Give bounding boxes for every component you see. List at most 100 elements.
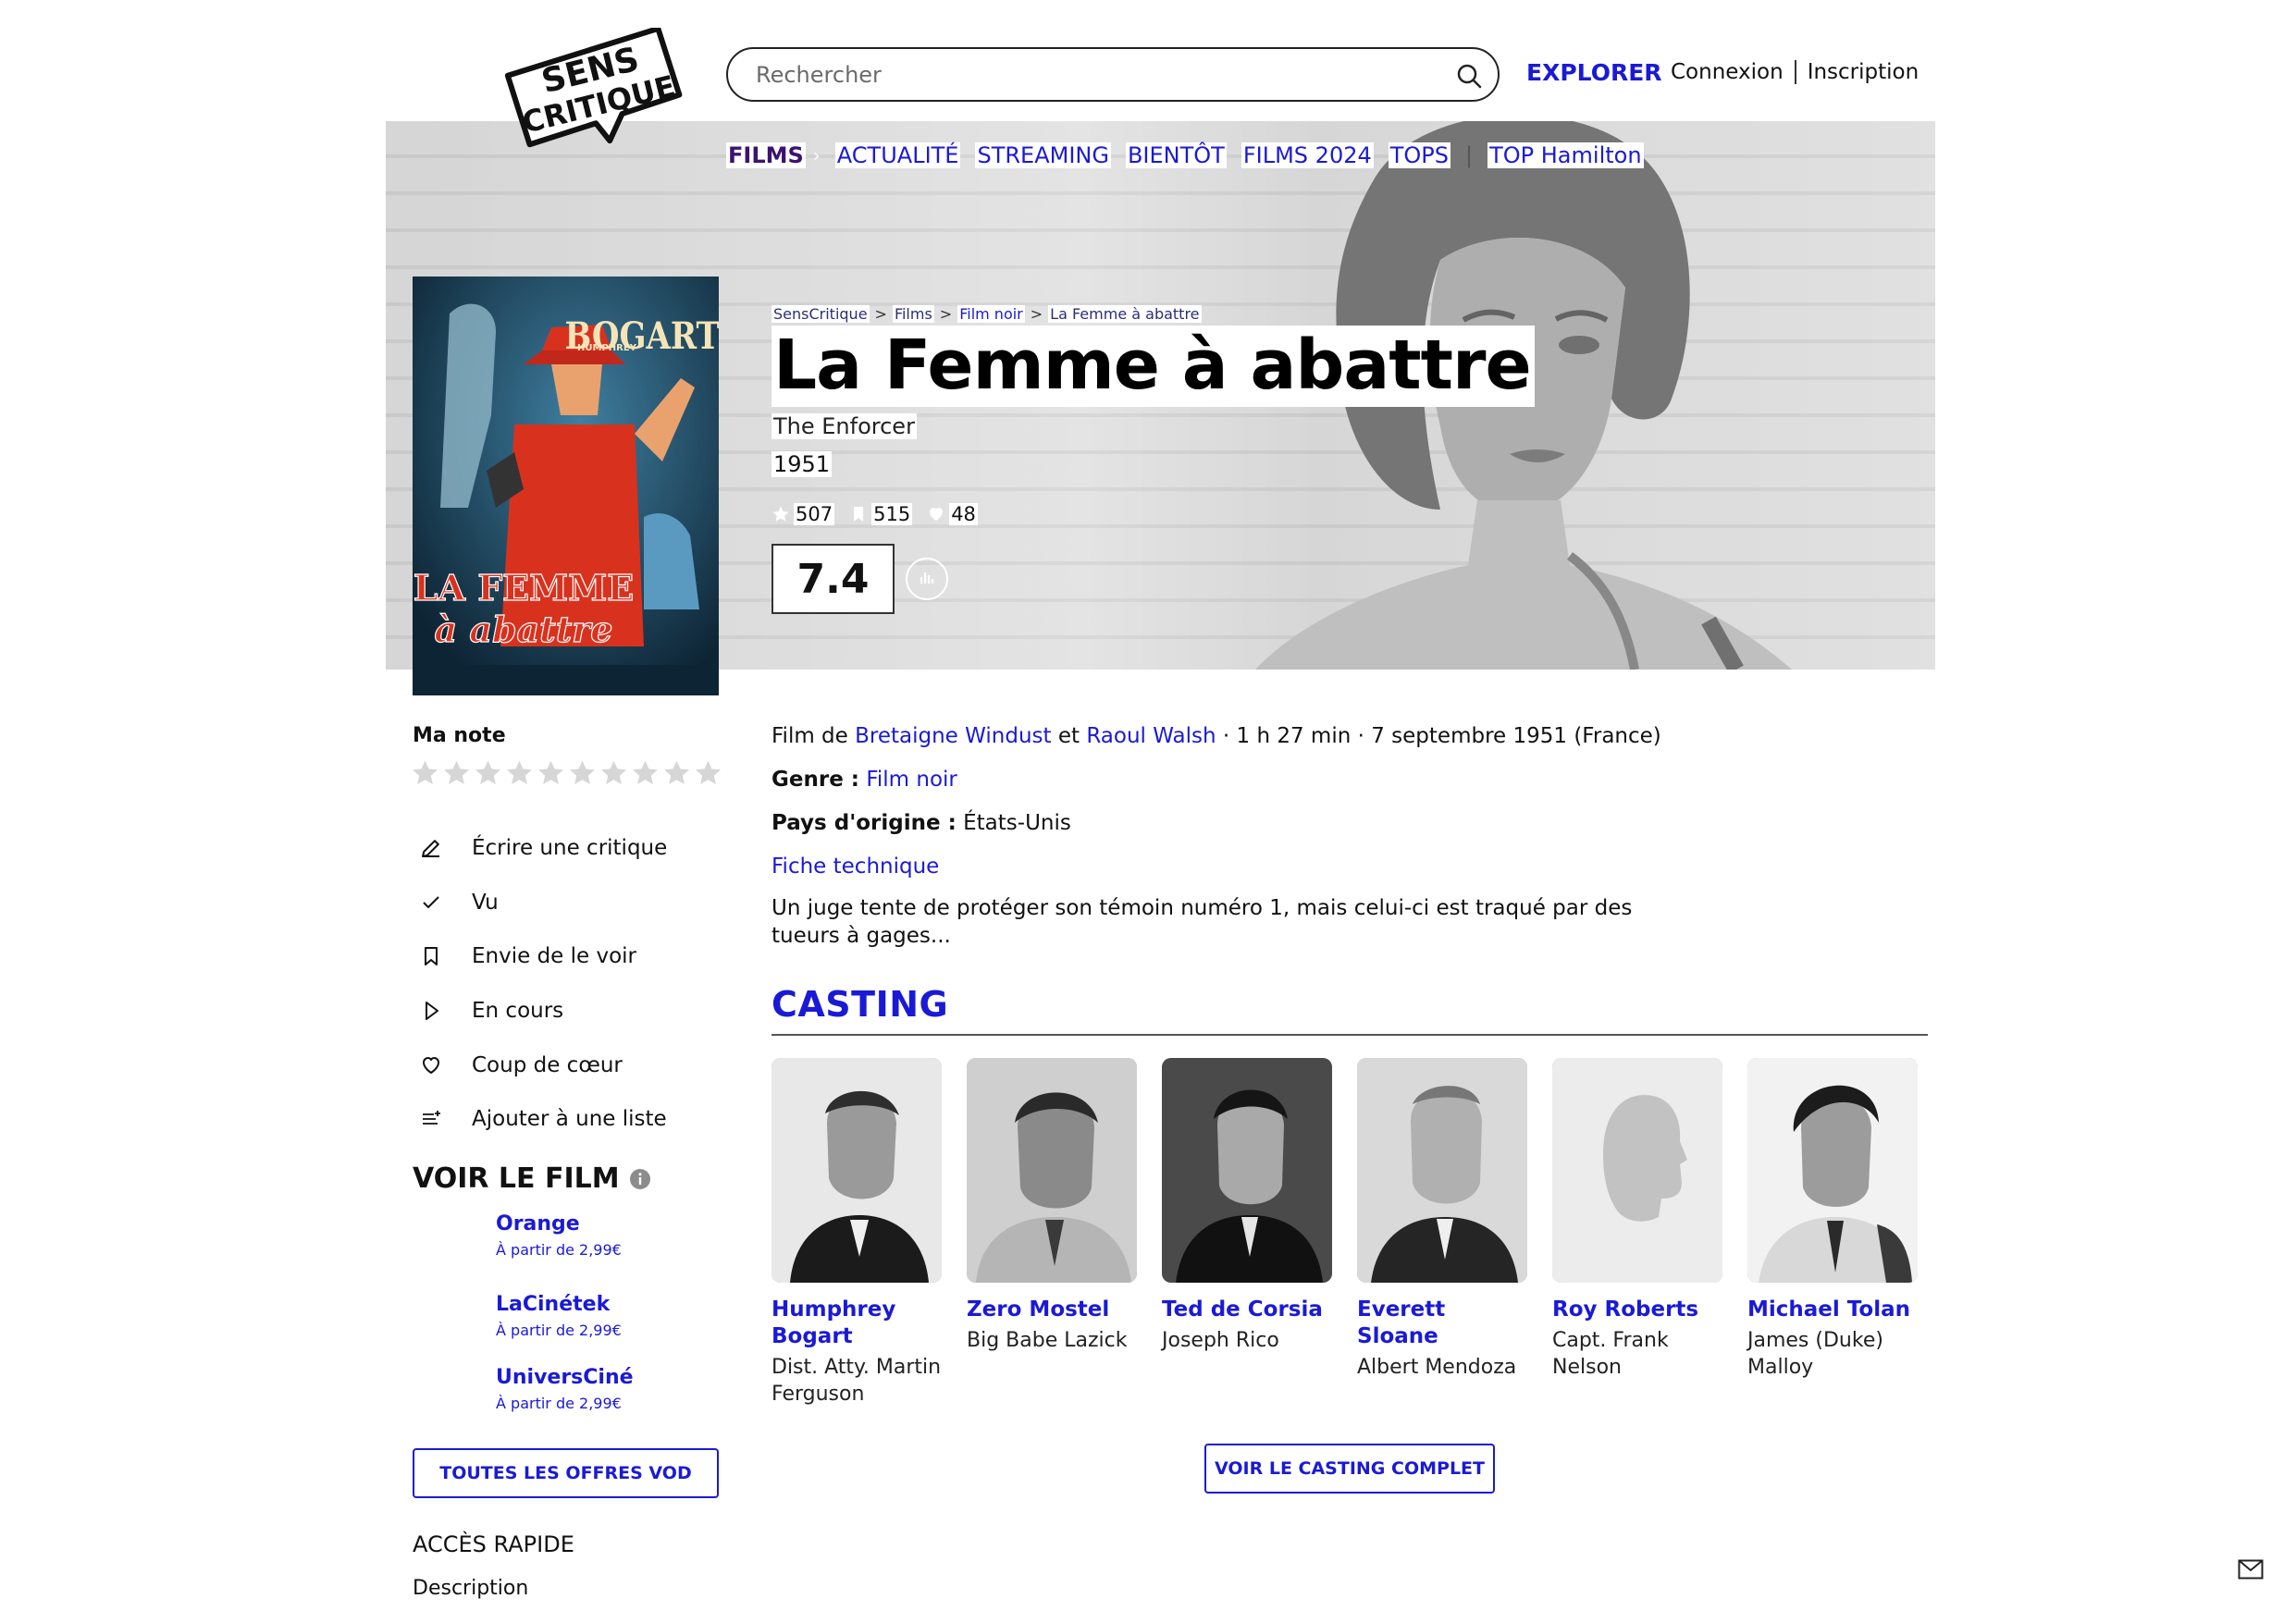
page-title: La Femme à abattre [772, 326, 1535, 407]
director-link[interactable]: Bretaigne Windust [855, 724, 1051, 748]
nav-item-bientot[interactable]: BIENTÔT [1125, 142, 1227, 168]
original-title: The Enforcer [772, 413, 917, 439]
my-rating-stars[interactable] [410, 758, 723, 789]
cast-card[interactable]: Michael Tolan James (Duke) Malloy [1747, 1058, 1918, 1381]
cast-name[interactable]: Humphrey Bogart [772, 1297, 942, 1350]
quick-access-description[interactable]: Description [413, 1577, 528, 1600]
cast-photo[interactable] [967, 1058, 1137, 1283]
action-favorite[interactable]: Coup de cœur [418, 1038, 667, 1092]
action-want-to-see[interactable]: Envie de le voir [418, 929, 667, 984]
rating-star-icon[interactable] [693, 758, 723, 789]
cast-role: Joseph Rico [1162, 1329, 1279, 1352]
mail-icon[interactable] [2238, 1559, 2264, 1580]
rating-star-icon[interactable] [473, 758, 503, 789]
my-rating-label: Ma note [413, 724, 506, 747]
all-vod-offers-button[interactable]: TOUTES LES OFFRES VOD [413, 1448, 719, 1498]
action-seen[interactable]: Vu [418, 876, 667, 930]
rating-star-icon[interactable] [567, 758, 598, 789]
nav-item-streaming[interactable]: STREAMING [975, 142, 1111, 168]
cast-photo[interactable] [772, 1058, 942, 1283]
search-bar[interactable] [726, 47, 1500, 102]
tech-sheet-link[interactable]: Fiche technique [772, 855, 939, 879]
cast-name[interactable]: Roy Roberts [1552, 1297, 1722, 1323]
breadcrumb: SensCritique > Films > Film noir > La Fe… [772, 305, 1202, 323]
breadcrumb-separator: > [939, 305, 953, 323]
nav-item-tops[interactable]: TOPS [1388, 142, 1451, 168]
cast-card[interactable]: Zero Mostel Big Babe Lazick [967, 1058, 1137, 1354]
action-add-to-list[interactable]: Ajouter à une liste [418, 1092, 667, 1147]
cast-name[interactable]: Everett Sloane [1357, 1297, 1527, 1350]
cast-card[interactable]: Roy Roberts Capt. Frank Nelson [1552, 1058, 1722, 1381]
film-meta: · 1 h 27 min · 7 septembre 1951 (France) [1222, 724, 1661, 748]
country-row: Pays d'origine : États-Unis [772, 811, 1071, 835]
quick-access-title: ACCÈS RAPIDE [413, 1531, 574, 1557]
country-value: États-Unis [963, 811, 1071, 835]
movie-poster[interactable]: HUMPHREY BOGART LA FEMME à abattre [413, 277, 719, 695]
search-icon[interactable] [1455, 62, 1483, 90]
nav-item-actualite[interactable]: ACTUALITÉ [834, 142, 961, 168]
nav-item-films-2024[interactable]: FILMS 2024 [1241, 142, 1374, 168]
rating-star-icon[interactable] [504, 758, 535, 789]
cast-card[interactable]: Everett Sloane Albert Mendoza [1357, 1058, 1527, 1381]
genre-link[interactable]: Film noir [866, 768, 957, 792]
senscritique-logo[interactable]: SENS CRITIQUE [496, 28, 690, 157]
cast-name[interactable]: Ted de Corsia [1162, 1297, 1332, 1323]
explore-link[interactable]: EXPLORER [1526, 59, 1662, 86]
cast-role: Capt. Frank Nelson [1552, 1329, 1669, 1379]
info-icon[interactable] [629, 1168, 651, 1190]
genre-row: Genre : Film noir [772, 768, 957, 792]
poster-actor-name: BOGART [565, 314, 719, 357]
bar-chart-icon [920, 572, 934, 584]
search-input[interactable] [756, 56, 1422, 93]
breadcrumb-item-film-noir[interactable]: Film noir [957, 305, 1025, 323]
watch-title: VOIR LE FILM [413, 1162, 620, 1195]
cast-card[interactable]: Humphrey Bogart Dist. Atty. Martin Fergu… [772, 1058, 942, 1408]
nav-item-films[interactable]: FILMS [726, 142, 806, 168]
vod-offer-universcine[interactable]: UniversCiné À partir de 2,99€ [496, 1366, 634, 1412]
breadcrumb-item-senscritique[interactable]: SensCritique [772, 305, 870, 323]
vod-offer-lacinetek[interactable]: LaCinétek À partir de 2,99€ [496, 1293, 622, 1339]
star-icon [772, 506, 789, 522]
release-year: 1951 [772, 451, 833, 477]
login-link[interactable]: Connexion [1671, 60, 1784, 84]
cast-photo[interactable] [1747, 1058, 1918, 1283]
breadcrumb-item-current: La Femme à abattre [1048, 305, 1202, 323]
action-write-review[interactable]: Écrire une critique [418, 821, 667, 876]
rating-star-icon[interactable] [536, 758, 566, 789]
vod-price: À partir de 2,99€ [496, 1395, 622, 1412]
vod-offer-orange[interactable]: Orange À partir de 2,99€ [496, 1212, 622, 1259]
signup-link[interactable]: Inscription [1808, 60, 1920, 84]
film-credits: Film de Bretaigne Windust et Raoul Walsh… [772, 724, 1661, 748]
rating-star-icon[interactable] [630, 758, 660, 789]
play-icon [426, 1002, 438, 1021]
breadcrumb-separator: > [874, 305, 887, 323]
cast-photo[interactable] [1357, 1058, 1527, 1283]
bookmark-icon [425, 947, 438, 966]
cast-photo-placeholder[interactable] [1552, 1058, 1722, 1283]
breadcrumb-item-films[interactable]: Films [892, 305, 934, 323]
cast-card[interactable]: Ted de Corsia Joseph Rico [1162, 1058, 1332, 1354]
rating-distribution-button[interactable] [906, 558, 948, 600]
vod-price: À partir de 2,99€ [496, 1322, 622, 1339]
rating-star-icon[interactable] [661, 758, 692, 789]
vod-provider-name: Orange [496, 1212, 580, 1236]
favorites-count: 48 [949, 503, 978, 525]
wishlist-count-stat: 515 [849, 503, 913, 525]
nav-item-top-hamilton[interactable]: TOP Hamilton [1487, 142, 1644, 168]
user-actions: Écrire une critique Vu Envie de le voir … [418, 821, 667, 1147]
casting-title: CASTING [772, 984, 949, 1025]
rating-star-icon[interactable] [410, 758, 440, 789]
vod-price: À partir de 2,99€ [496, 1241, 622, 1259]
rating-star-icon[interactable] [441, 758, 472, 789]
full-cast-button[interactable]: VOIR LE CASTING COMPLET [1204, 1444, 1495, 1494]
rating-star-icon[interactable] [599, 758, 629, 789]
cast-photo[interactable] [1162, 1058, 1332, 1283]
cast-name[interactable]: Zero Mostel [967, 1297, 1137, 1323]
action-label: Vu [472, 890, 499, 915]
average-rating: 7.4 [772, 544, 895, 614]
watch-section-title: VOIR LE FILM [413, 1162, 651, 1195]
vod-provider-name: UniversCiné [496, 1366, 634, 1389]
action-in-progress[interactable]: En cours [418, 984, 667, 1039]
cast-name[interactable]: Michael Tolan [1747, 1297, 1918, 1323]
director-link[interactable]: Raoul Walsh [1086, 724, 1216, 748]
